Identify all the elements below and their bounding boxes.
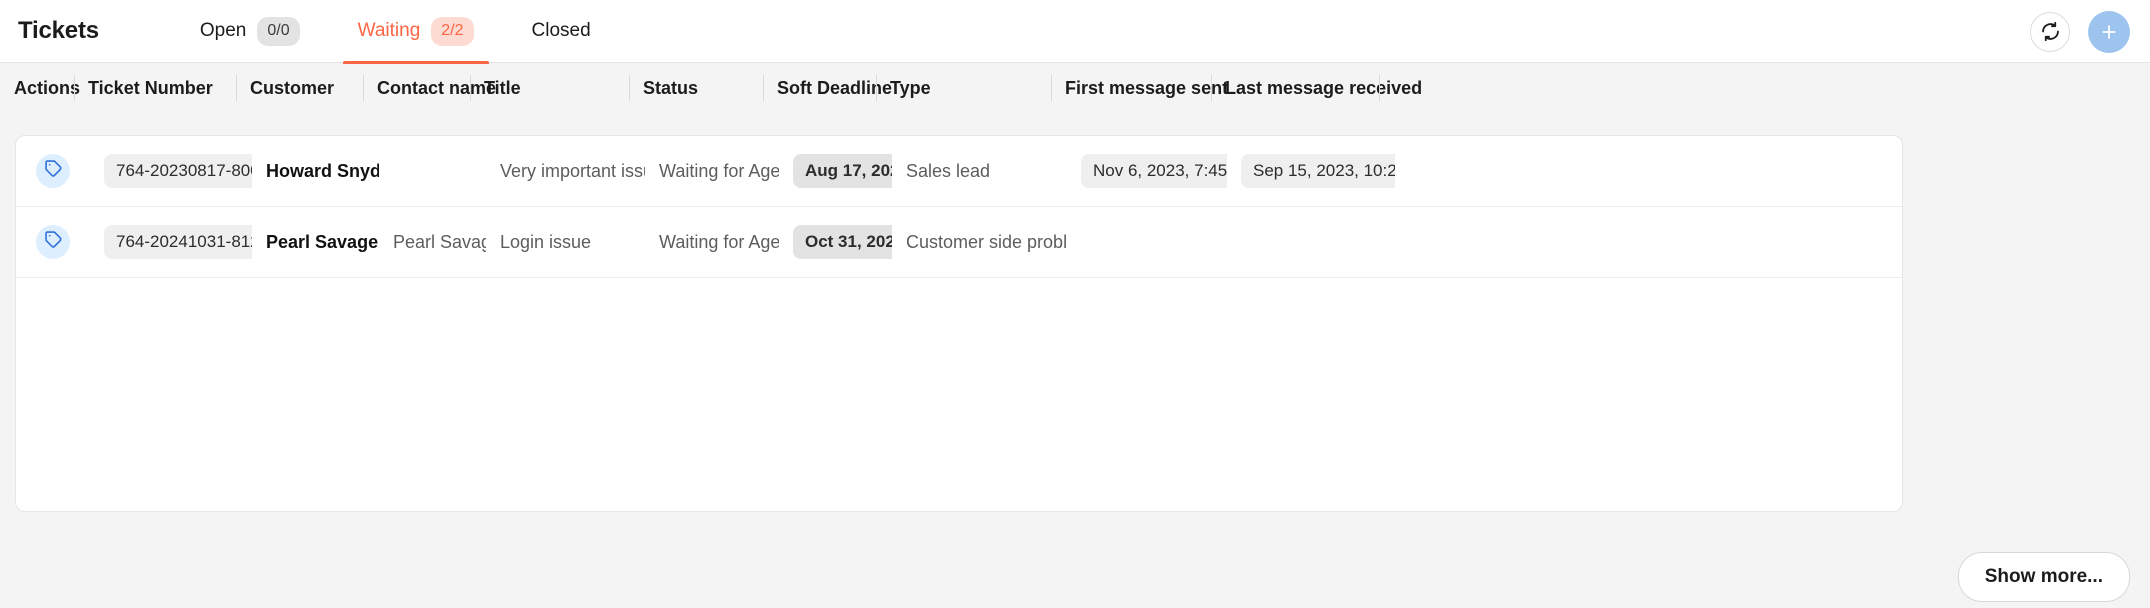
row-status-cell: Waiting for Agent	[659, 231, 779, 252]
plus-icon	[2099, 22, 2119, 42]
refresh-icon	[2040, 21, 2061, 42]
first-message-chip: Nov 6, 2023, 7:45 PM	[1081, 154, 1227, 188]
column-header-first-message[interactable]: First message sent	[1051, 64, 1228, 112]
row-actions-cell	[16, 136, 90, 207]
tab-open-badge: 0/0	[257, 16, 300, 46]
tab-open[interactable]: Open 0/0	[171, 0, 329, 63]
app-header: Tickets Open 0/0 Waiting 2/2 Closed	[0, 0, 2150, 65]
tickets-table-card: 764-20230817-800823 Howard Snyder Very i…	[15, 135, 1903, 512]
tab-closed[interactable]: Closed	[503, 0, 620, 63]
row-ticket-number-cell: 764-20241031-812597	[90, 207, 252, 278]
row-first-message-cell	[1067, 207, 1227, 278]
row-soft-deadline-cell: Aug 17, 2023	[779, 136, 892, 207]
column-header-type[interactable]: Type	[876, 64, 1051, 112]
row-first-message-cell: Nov 6, 2023, 7:45 PM	[1067, 136, 1227, 207]
column-header-contact-name[interactable]: Contact name	[363, 64, 496, 112]
header-actions	[2030, 0, 2130, 63]
row-ticket-number-cell: 764-20230817-800823	[90, 136, 252, 207]
tab-closed-label: Closed	[531, 20, 591, 41]
row-type-cell: Customer side problem	[906, 231, 1067, 252]
column-header-soft-deadline[interactable]: Soft Deadline	[763, 64, 892, 112]
tag-icon	[44, 230, 63, 254]
add-ticket-button[interactable]	[2088, 10, 2130, 53]
refresh-button[interactable]	[2030, 11, 2070, 52]
row-contact-name-cell: Pearl Savage	[393, 231, 486, 252]
tab-waiting[interactable]: Waiting 2/2	[329, 0, 503, 65]
row-customer-cell: Pearl Savage	[266, 231, 379, 252]
row-title-cell: Very important issue	[500, 160, 645, 181]
table-row[interactable]: 764-20230817-800823 Howard Snyder Very i…	[16, 136, 1902, 207]
tab-waiting-label: Waiting	[357, 20, 421, 41]
row-title-cell: Login issue	[500, 231, 592, 252]
column-header-title[interactable]: Title	[470, 64, 629, 112]
row-type-cell: Sales lead	[906, 160, 991, 181]
row-actions-cell	[16, 207, 90, 278]
ticket-number-chip[interactable]: 764-20241031-812597	[104, 225, 252, 259]
tag-icon-button[interactable]	[36, 225, 70, 259]
column-header-spacer	[1379, 64, 1419, 112]
row-customer-cell: Howard Snyder	[266, 160, 379, 181]
page-title: Tickets	[18, 17, 99, 44]
column-header-last-message[interactable]: Last message received	[1211, 64, 1422, 112]
column-header-actions[interactable]: Actions	[0, 64, 80, 112]
soft-deadline-chip: Aug 17, 2023	[793, 154, 892, 188]
row-contact-name-cell	[379, 136, 486, 207]
table-column-header: Actions Ticket Number Customer Contact n…	[0, 64, 2150, 112]
soft-deadline-chip: Oct 31, 2024	[793, 225, 892, 259]
tab-open-label: Open	[199, 20, 247, 41]
last-message-chip: Sep 15, 2023, 10:21 AM	[1241, 154, 1395, 188]
column-header-customer[interactable]: Customer	[236, 64, 363, 112]
ticket-number-chip[interactable]: 764-20230817-800823	[104, 154, 252, 188]
tag-icon-button[interactable]	[36, 154, 70, 188]
show-more-button[interactable]: Show more...	[1957, 552, 2130, 602]
tag-icon	[44, 159, 63, 183]
row-last-message-cell	[1227, 207, 1395, 278]
tab-waiting-badge: 2/2	[431, 16, 474, 46]
row-soft-deadline-cell: Oct 31, 2024	[779, 207, 892, 278]
row-status-cell: Waiting for Agent	[659, 160, 779, 181]
column-header-ticket-number[interactable]: Ticket Number	[74, 64, 236, 112]
column-header-status[interactable]: Status	[629, 64, 763, 112]
tab-bar: Open 0/0 Waiting 2/2 Closed	[171, 0, 620, 65]
table-row[interactable]: 764-20241031-812597 Pearl Savage Pearl S…	[16, 207, 1902, 278]
table-footer: Show more...	[1957, 552, 2130, 602]
row-last-message-cell: Sep 15, 2023, 10:21 AM	[1227, 136, 1395, 207]
